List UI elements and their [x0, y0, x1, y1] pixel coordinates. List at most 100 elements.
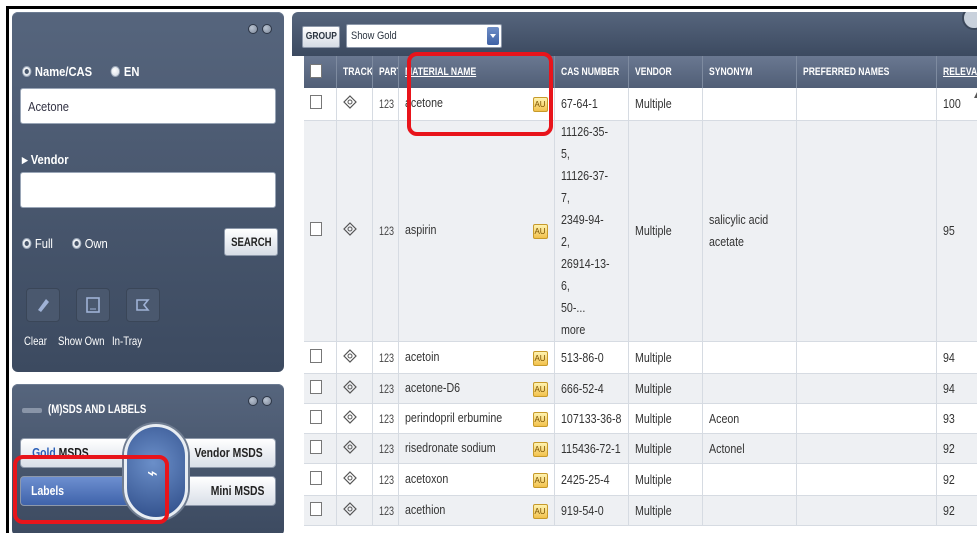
synonym-cell: Actonel [708, 440, 745, 456]
close-icon[interactable] [262, 396, 272, 406]
part-icon[interactable]: 123 [379, 224, 394, 238]
vendor-value: Multiple [634, 349, 672, 365]
part-icon[interactable]: 123 [379, 473, 394, 487]
material-name[interactable]: acetoin [405, 349, 439, 364]
select-all-checkbox[interactable] [310, 63, 322, 78]
vendor-input[interactable] [20, 172, 276, 208]
col-cas-number[interactable]: CAS NUMBER [554, 56, 629, 88]
cas-number-cell: 107133-36-8 [560, 410, 621, 426]
track-target-icon[interactable] [342, 379, 357, 394]
show-filter-select[interactable]: Show Gold [346, 24, 502, 48]
material-name-cell[interactable]: risedronate sodium AU [398, 433, 555, 464]
track-target-icon[interactable] [342, 95, 357, 110]
table-row[interactable]: 123 acetoin AU 513-86-0 Multiple 94 [304, 341, 977, 374]
table-row[interactable]: 123 acetoxon AU 2425-25-4 Multiple 92 [304, 463, 977, 496]
corner-tab-icon[interactable] [962, 12, 977, 30]
close-icon[interactable] [262, 24, 272, 34]
radio-full[interactable] [22, 238, 32, 249]
search-button[interactable]: SEARCH [224, 228, 278, 256]
radio-name-cas[interactable] [22, 66, 32, 77]
col-synonym[interactable]: SYNONYM [702, 56, 797, 88]
material-name[interactable]: risedronate sodium [405, 440, 496, 455]
row-checkbox[interactable] [310, 379, 322, 394]
part-icon[interactable]: 123 [379, 382, 394, 396]
material-name[interactable]: acetoxon [405, 471, 448, 486]
mode-selector-knob[interactable]: ⌁ [124, 424, 188, 520]
row-checkbox[interactable] [310, 501, 322, 516]
gold-badge-icon[interactable]: AU [532, 411, 548, 427]
part-icon[interactable]: 123 [379, 412, 394, 426]
clear-tool-button[interactable] [26, 288, 60, 322]
chevron-down-icon[interactable] [487, 27, 499, 45]
collapse-bar-icon[interactable] [22, 408, 42, 413]
table-row[interactable]: 123 acethion AU 919-54-0 Multiple 92 [304, 495, 977, 526]
material-name-cell[interactable]: aspirin AU [398, 120, 555, 342]
row-checkbox[interactable] [310, 409, 322, 424]
group-button[interactable]: GROUP [302, 26, 340, 48]
col-relevance[interactable]: RELEVANCE [936, 56, 977, 88]
col-material-name[interactable]: MATERIAL NAME [398, 56, 555, 88]
material-name[interactable]: acetone-D6 [405, 380, 460, 395]
radio-own[interactable] [71, 238, 82, 249]
gold-badge-icon[interactable]: AU [532, 441, 548, 457]
vendor-toggle[interactable]: ▸ Vendor [22, 152, 69, 168]
part-icon[interactable]: 123 [379, 351, 394, 365]
track-target-icon[interactable] [342, 348, 357, 363]
col-track[interactable]: TRACK [336, 56, 373, 88]
table-row[interactable]: 123 acetone-D6 AU 666-52-4 Multiple 94 [304, 373, 977, 404]
material-name[interactable]: aspirin [405, 222, 436, 237]
row-checkbox[interactable] [310, 348, 322, 363]
material-name-cell[interactable]: acetoin AU [398, 341, 555, 374]
row-checkbox[interactable] [310, 95, 322, 110]
track-cell [336, 88, 373, 121]
vendor-cell: Multiple [628, 373, 703, 404]
radio-en[interactable] [110, 66, 121, 77]
select-all-header[interactable] [304, 56, 337, 88]
show-own-tool-button[interactable] [76, 288, 110, 322]
part-icon[interactable]: 123 [379, 442, 394, 456]
row-checkbox[interactable] [310, 470, 322, 485]
table-row[interactable]: 123 risedronate sodium AU 115436-72-1 Multip… [304, 433, 977, 464]
gold-badge-icon[interactable]: AU [532, 381, 548, 397]
material-name-cell[interactable]: acetone-D6 AU [398, 373, 555, 404]
row-checkbox[interactable] [310, 222, 322, 236]
part-icon[interactable]: 123 [379, 504, 394, 518]
gold-badge-icon[interactable]: AU [532, 350, 548, 366]
track-target-icon[interactable] [342, 439, 357, 454]
material-name[interactable]: perindopril erbumine [405, 410, 502, 425]
search-input[interactable]: Acetone [20, 88, 276, 124]
relevance-cell: 92 [936, 495, 977, 526]
settings-icon[interactable] [248, 396, 258, 406]
track-target-icon[interactable] [342, 409, 357, 424]
material-name-cell[interactable]: perindopril erbumine AU [398, 403, 555, 434]
track-target-icon[interactable] [342, 222, 357, 236]
row-checkbox[interactable] [310, 439, 322, 454]
gold-badge-icon[interactable]: AU [532, 503, 548, 519]
in-tray-tool-button[interactable] [126, 288, 160, 322]
cas-number-line: 11126-37-7, [560, 167, 608, 205]
table-row[interactable]: 123 perindopril erbumine AU 107133-36-8 Mult… [304, 403, 977, 434]
track-target-icon[interactable] [342, 470, 357, 485]
cas-number-line[interactable]: more [561, 319, 611, 341]
table-row[interactable]: 123 aspirin AU 11126-35-5, 11126-37-7, 2349-9… [304, 120, 977, 342]
part-icon[interactable]: 123 [379, 97, 394, 111]
material-name[interactable]: acethion [405, 502, 445, 517]
material-name-cell[interactable]: acetoxon AU [398, 463, 555, 496]
track-target-icon[interactable] [342, 501, 357, 516]
vendor-value: Multiple [634, 380, 672, 396]
col-part[interactable]: PART [372, 56, 399, 88]
gold-badge-icon[interactable]: AU [532, 97, 548, 113]
gold-badge-icon[interactable]: AU [532, 224, 548, 239]
scroll-up-icon[interactable]: ▲ [972, 90, 977, 114]
table-row[interactable]: 123 acetone AU 67-64-1 Multiple 100 [304, 88, 977, 121]
col-preferred-names[interactable]: PREFERRED NAMES [796, 56, 937, 88]
settings-icon[interactable] [248, 24, 258, 34]
group-button-label: GROUP [305, 31, 337, 42]
col-vendor[interactable]: VENDOR [628, 56, 703, 88]
material-name-cell[interactable]: acetone AU [398, 88, 555, 121]
material-name-cell[interactable]: acethion AU [398, 495, 555, 526]
row-select-cell [304, 341, 337, 374]
synonym-td [702, 88, 797, 121]
material-name[interactable]: acetone [405, 95, 443, 110]
gold-badge-icon[interactable]: AU [532, 472, 548, 488]
